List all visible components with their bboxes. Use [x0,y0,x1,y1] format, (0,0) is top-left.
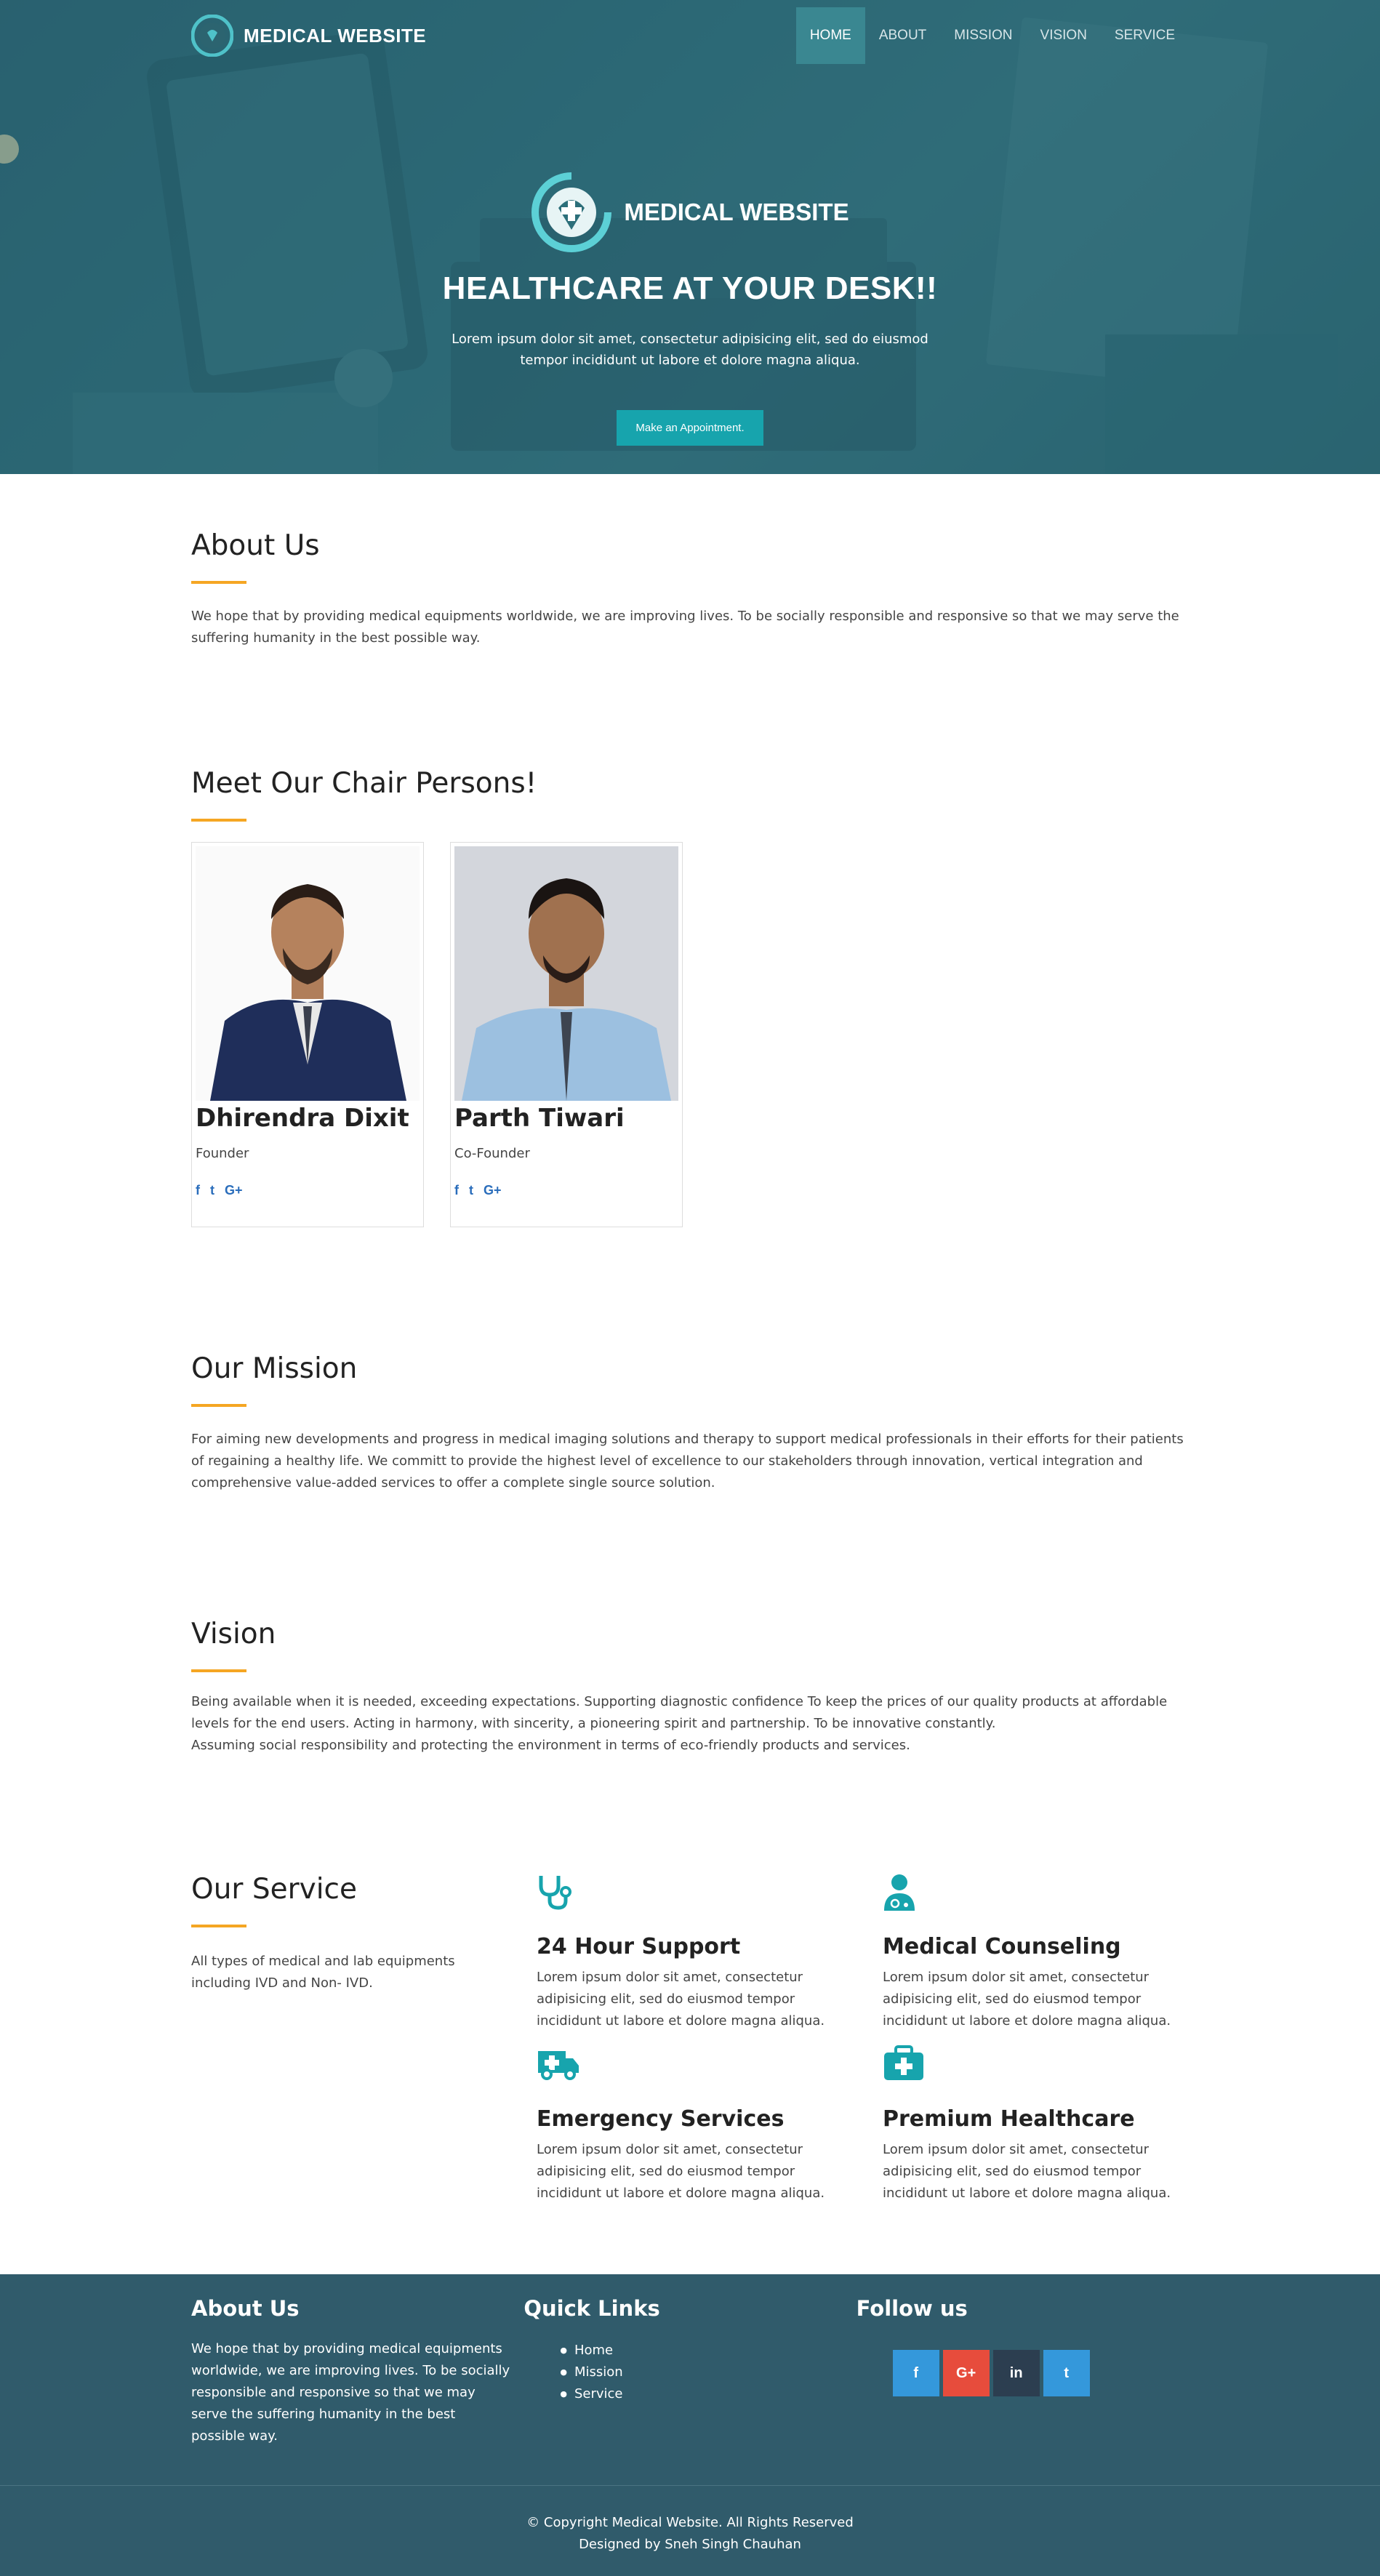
person-social-links: f t G+ [196,1183,420,1198]
person-role: Founder [196,1146,249,1161]
service-item: 24 Hour Support Lorem ipsum dolor sit am… [537,1873,883,2032]
service-item-text: Lorem ipsum dolor sit amet, consectetur … [883,1970,1171,2029]
chair-persons-title: Meet Our Chair Persons! [191,767,537,800]
footer-copyright: © Copyright Medical Website. All Rights … [0,2485,1380,2576]
hero-logo-text: MEDICAL WEBSITE [624,198,849,225]
mission-section: Our Mission For aiming new developments … [0,1227,1380,1494]
mission-title: Our Mission [191,1352,358,1385]
about-title: About Us [191,529,320,562]
nav-menu: HOME ABOUT MISSION VISION SERVICE [795,7,1189,64]
person-portrait-image [196,846,420,1101]
footer-link-mission[interactable]: Mission [560,2362,856,2383]
twitter-icon[interactable]: t [469,1183,473,1198]
person-portrait-image [454,846,678,1101]
footer-links-title: Quick Links [523,2296,660,2321]
medical-kit-icon [884,2045,923,2080]
service-item: Medical Counseling Lorem ipsum dolor sit… [883,1873,1189,2032]
copyright-text: © Copyright Medical Website. All Rights … [526,2515,854,2530]
footer-about-title: About Us [191,2296,300,2321]
designed-by-text: Designed by Sneh Singh Chauhan [579,2537,801,2552]
service-section: Our Service All types of medical and lab… [0,1757,1380,2274]
about-text: We hope that by providing medical equipm… [191,609,1179,646]
service-item-text: Lorem ipsum dolor sit amet, consectetur … [883,2142,1171,2201]
service-item-title: Emergency Services [537,2106,785,2132]
brand-logo[interactable]: MEDICAL WEBSITE [191,15,426,57]
nav-item-home[interactable]: HOME [795,7,865,64]
person-photo [196,846,420,1101]
title-underline [191,1669,246,1672]
hero-content: MEDICAL WEBSITE HEALTHCARE AT YOUR DESK!… [191,172,1189,446]
top-navigation: MEDICAL WEBSITE HOME ABOUT MISSION VISIO… [191,0,1189,86]
footer-follow: Follow us f G+ in t [857,2296,1189,2447]
footer-link-home[interactable]: Home [560,2340,856,2362]
twitter-button[interactable]: t [1043,2350,1090,2396]
google-plus-button[interactable]: G+ [942,2350,990,2396]
hero-section: MEDICAL WEBSITE HOME ABOUT MISSION VISIO… [0,0,1380,474]
person-photo [454,846,678,1101]
hero-title: HEALTHCARE AT YOUR DESK!! [442,270,938,306]
service-item-title: Premium Healthcare [883,2106,1135,2132]
medical-cross-logo-icon [531,172,612,252]
service-item-text: Lorem ipsum dolor sit amet, consectetur … [537,1970,825,2029]
nav-item-about[interactable]: ABOUT [865,7,940,64]
service-title: Our Service [191,1873,357,1906]
stethoscope-icon [539,1876,571,1910]
google-plus-icon[interactable]: G+ [484,1183,502,1198]
footer-link-service[interactable]: Service [560,2383,856,2405]
service-text: All types of medical and lab equipments … [191,1954,455,1991]
footer-about-text: We hope that by providing medical equipm… [191,2341,510,2444]
vision-text-line: Assuming social responsibility and prote… [191,1738,910,1753]
hero-circle-decoration [0,135,19,164]
person-social-links: f t G+ [454,1183,678,1198]
mission-text: For aiming new developments and progress… [191,1432,1184,1490]
vision-title: Vision [191,1618,276,1650]
person-role: Co-Founder [454,1146,530,1161]
service-item: Emergency Services Lorem ipsum dolor sit… [537,2045,883,2204]
nav-item-vision[interactable]: VISION [1027,7,1101,64]
twitter-icon[interactable]: t [210,1183,214,1198]
ambulance-icon [538,2051,579,2080]
title-underline [191,819,246,822]
hero-subtitle: Lorem ipsum dolor sit amet, consectetur … [452,332,928,368]
facebook-icon[interactable]: f [196,1183,200,1198]
vision-text: Being available when it is needed, excee… [191,1691,1189,1757]
brand-name: MEDICAL WEBSITE [244,24,427,47]
person-name: Parth Tiwari [454,1104,625,1133]
vision-text-line: Being available when it is needed, excee… [191,1694,1168,1731]
footer: About Us We hope that by providing medic… [0,2274,1380,2576]
footer-follow-title: Follow us [856,2296,968,2321]
person-name: Dhirendra Dixit [196,1104,409,1133]
chair-persons-section: Meet Our Chair Persons! Dhirendra Dixit … [0,649,1380,1227]
facebook-button[interactable]: f [892,2350,939,2396]
make-appointment-button[interactable]: Make an Appointment. [617,410,763,446]
person-card: Parth Tiwari Co-Founder f t G+ [450,842,683,1227]
google-plus-icon[interactable]: G+ [225,1183,243,1198]
doctor-icon [884,1874,915,1911]
nav-item-mission[interactable]: MISSION [940,7,1026,64]
person-card: Dhirendra Dixit Founder f t G+ [191,842,424,1227]
title-underline [191,1404,246,1407]
hero-logo: MEDICAL WEBSITE [191,172,1189,253]
vision-section: Vision Being available when it is needed… [0,1494,1380,1757]
service-item-title: 24 Hour Support [537,1934,741,1959]
footer-quick-links: Quick Links Home Mission Service [523,2296,856,2447]
footer-about: About Us We hope that by providing medic… [191,2296,523,2447]
service-item-title: Medical Counseling [883,1934,1121,1959]
nav-item-service[interactable]: SERVICE [1101,7,1189,64]
about-section: About Us We hope that by providing medic… [0,474,1380,649]
service-item: Premium Healthcare Lorem ipsum dolor sit… [883,2045,1189,2204]
brand-icon [191,15,233,57]
facebook-icon[interactable]: f [454,1183,459,1198]
service-item-text: Lorem ipsum dolor sit amet, consectetur … [537,2142,825,2201]
linkedin-button[interactable]: in [992,2350,1040,2396]
title-underline [191,581,246,584]
title-underline [191,1925,246,1927]
